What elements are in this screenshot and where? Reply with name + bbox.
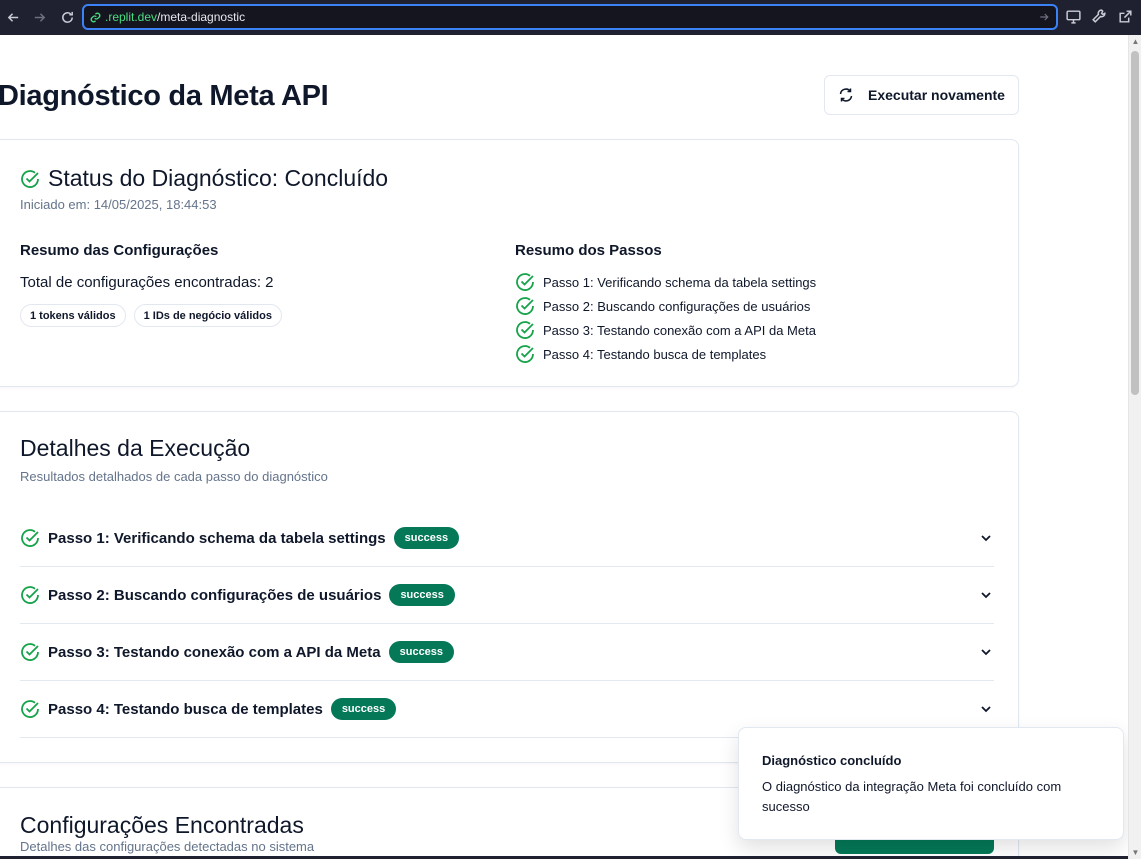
toast-message: O diagnóstico da integração Meta foi con…: [762, 779, 1062, 814]
forward-icon[interactable]: [28, 6, 50, 28]
page-scrollbar[interactable]: ▲ ▼: [1128, 35, 1141, 859]
steps-summary-title: Resumo dos Passos: [515, 242, 662, 259]
summary-step-label: Passo 2: Buscando configurações de usuár…: [543, 298, 811, 314]
config-total: Total de configurações encontradas: 2: [20, 274, 274, 291]
check-circle-icon: [20, 528, 40, 548]
toast-title: Diagnóstico concluído: [762, 753, 902, 768]
summary-step-label: Passo 4: Testando busca de templates: [543, 346, 767, 362]
configs-subtitle: Detalhes das configurações detectadas no…: [20, 839, 315, 854]
list-item: Passo 4: Testando busca de templates: [515, 342, 816, 366]
chevron-down-icon[interactable]: [978, 587, 994, 603]
check-circle-icon: [515, 272, 535, 292]
list-item: Passo 2: Buscando configurações de usuár…: [515, 294, 816, 318]
steps-accordion: Passo 1: Verificando schema da tabela se…: [20, 510, 994, 738]
steps-summary-list: Passo 1: Verificando schema da tabela se…: [515, 270, 816, 366]
browser-toolbar: .replit.dev/meta-diagnostic: [0, 0, 1141, 35]
chevron-down-icon[interactable]: [978, 701, 994, 717]
step-label: Passo 4: Testando busca de templates: [48, 700, 323, 718]
scroll-down-icon[interactable]: ▼: [1131, 848, 1140, 857]
status-badge: success: [388, 641, 455, 663]
url-host: .replit.dev: [105, 10, 158, 24]
link-icon: [90, 12, 101, 22]
check-circle-icon: [515, 344, 535, 364]
status-title: Status do Diagnóstico: Concluído: [48, 165, 389, 191]
configs-title: Configurações Encontradas: [20, 812, 304, 838]
details-subtitle: Resultados detalhados de cada passo do d…: [20, 469, 328, 484]
address-bar[interactable]: .replit.dev/meta-diagnostic: [82, 4, 1058, 30]
list-item: Passo 3: Testando conexão com a API da M…: [515, 318, 816, 342]
details-title: Detalhes da Execução: [20, 435, 251, 461]
check-circle-icon: [20, 585, 40, 605]
monitor-icon[interactable]: [1065, 8, 1082, 25]
scroll-thumb[interactable]: [1131, 51, 1139, 395]
list-item: Passo 1: Verificando schema da tabela se…: [515, 270, 816, 294]
config-summary-title: Resumo das Configurações: [20, 242, 219, 259]
toast-notification: Diagnóstico concluído O diagnóstico da i…: [738, 727, 1124, 840]
check-circle-icon: [20, 642, 40, 662]
step-row-1[interactable]: Passo 1: Verificando schema da tabela se…: [20, 510, 994, 567]
check-circle-icon: [515, 296, 535, 316]
scroll-up-icon[interactable]: ▲: [1131, 37, 1140, 46]
chevron-down-icon[interactable]: [978, 530, 994, 546]
summary-step-label: Passo 3: Testando conexão com a API da M…: [543, 322, 816, 338]
rerun-label: Executar novamente: [868, 87, 1005, 103]
tokens-badge: 1 tokens válidos: [20, 304, 126, 327]
step-row-3[interactable]: Passo 3: Testando conexão com a API da M…: [20, 624, 994, 681]
reload-icon[interactable]: [56, 6, 78, 28]
status-header: Status do Diagnóstico: Concluído: [20, 165, 388, 192]
status-badge: success: [389, 584, 455, 606]
check-circle-icon: [20, 699, 40, 719]
external-link-icon[interactable]: [1117, 8, 1134, 25]
status-started: Iniciado em: 14/05/2025, 18:44:53: [20, 197, 217, 212]
summary-step-label: Passo 1: Verificando schema da tabela se…: [543, 274, 817, 290]
step-row-2[interactable]: Passo 2: Buscando configurações de usuár…: [20, 567, 994, 624]
refresh-icon: [839, 88, 853, 102]
business-ids-badge: 1 IDs de negócio válidos: [133, 304, 282, 327]
step-label: Passo 3: Testando conexão com a API da M…: [48, 643, 381, 661]
status-badge: success: [393, 527, 460, 549]
step-label: Passo 1: Verificando schema da tabela se…: [48, 529, 386, 547]
wrench-icon[interactable]: [1091, 8, 1108, 25]
url-path: /meta-diagnostic: [157, 10, 246, 24]
go-arrow-icon[interactable]: [1038, 11, 1050, 23]
chevron-down-icon[interactable]: [978, 644, 994, 660]
step-label: Passo 2: Buscando configurações de usuár…: [48, 586, 382, 604]
config-badges: 1 tokens válidos 1 IDs de negócio válido…: [20, 304, 282, 327]
check-circle-icon: [515, 320, 535, 340]
page-title: Diagnóstico da Meta API: [0, 80, 329, 112]
rerun-button[interactable]: Executar novamente: [824, 75, 1019, 115]
back-icon[interactable]: [2, 6, 24, 28]
check-circle-icon: [20, 169, 40, 189]
status-badge: success: [330, 698, 397, 720]
